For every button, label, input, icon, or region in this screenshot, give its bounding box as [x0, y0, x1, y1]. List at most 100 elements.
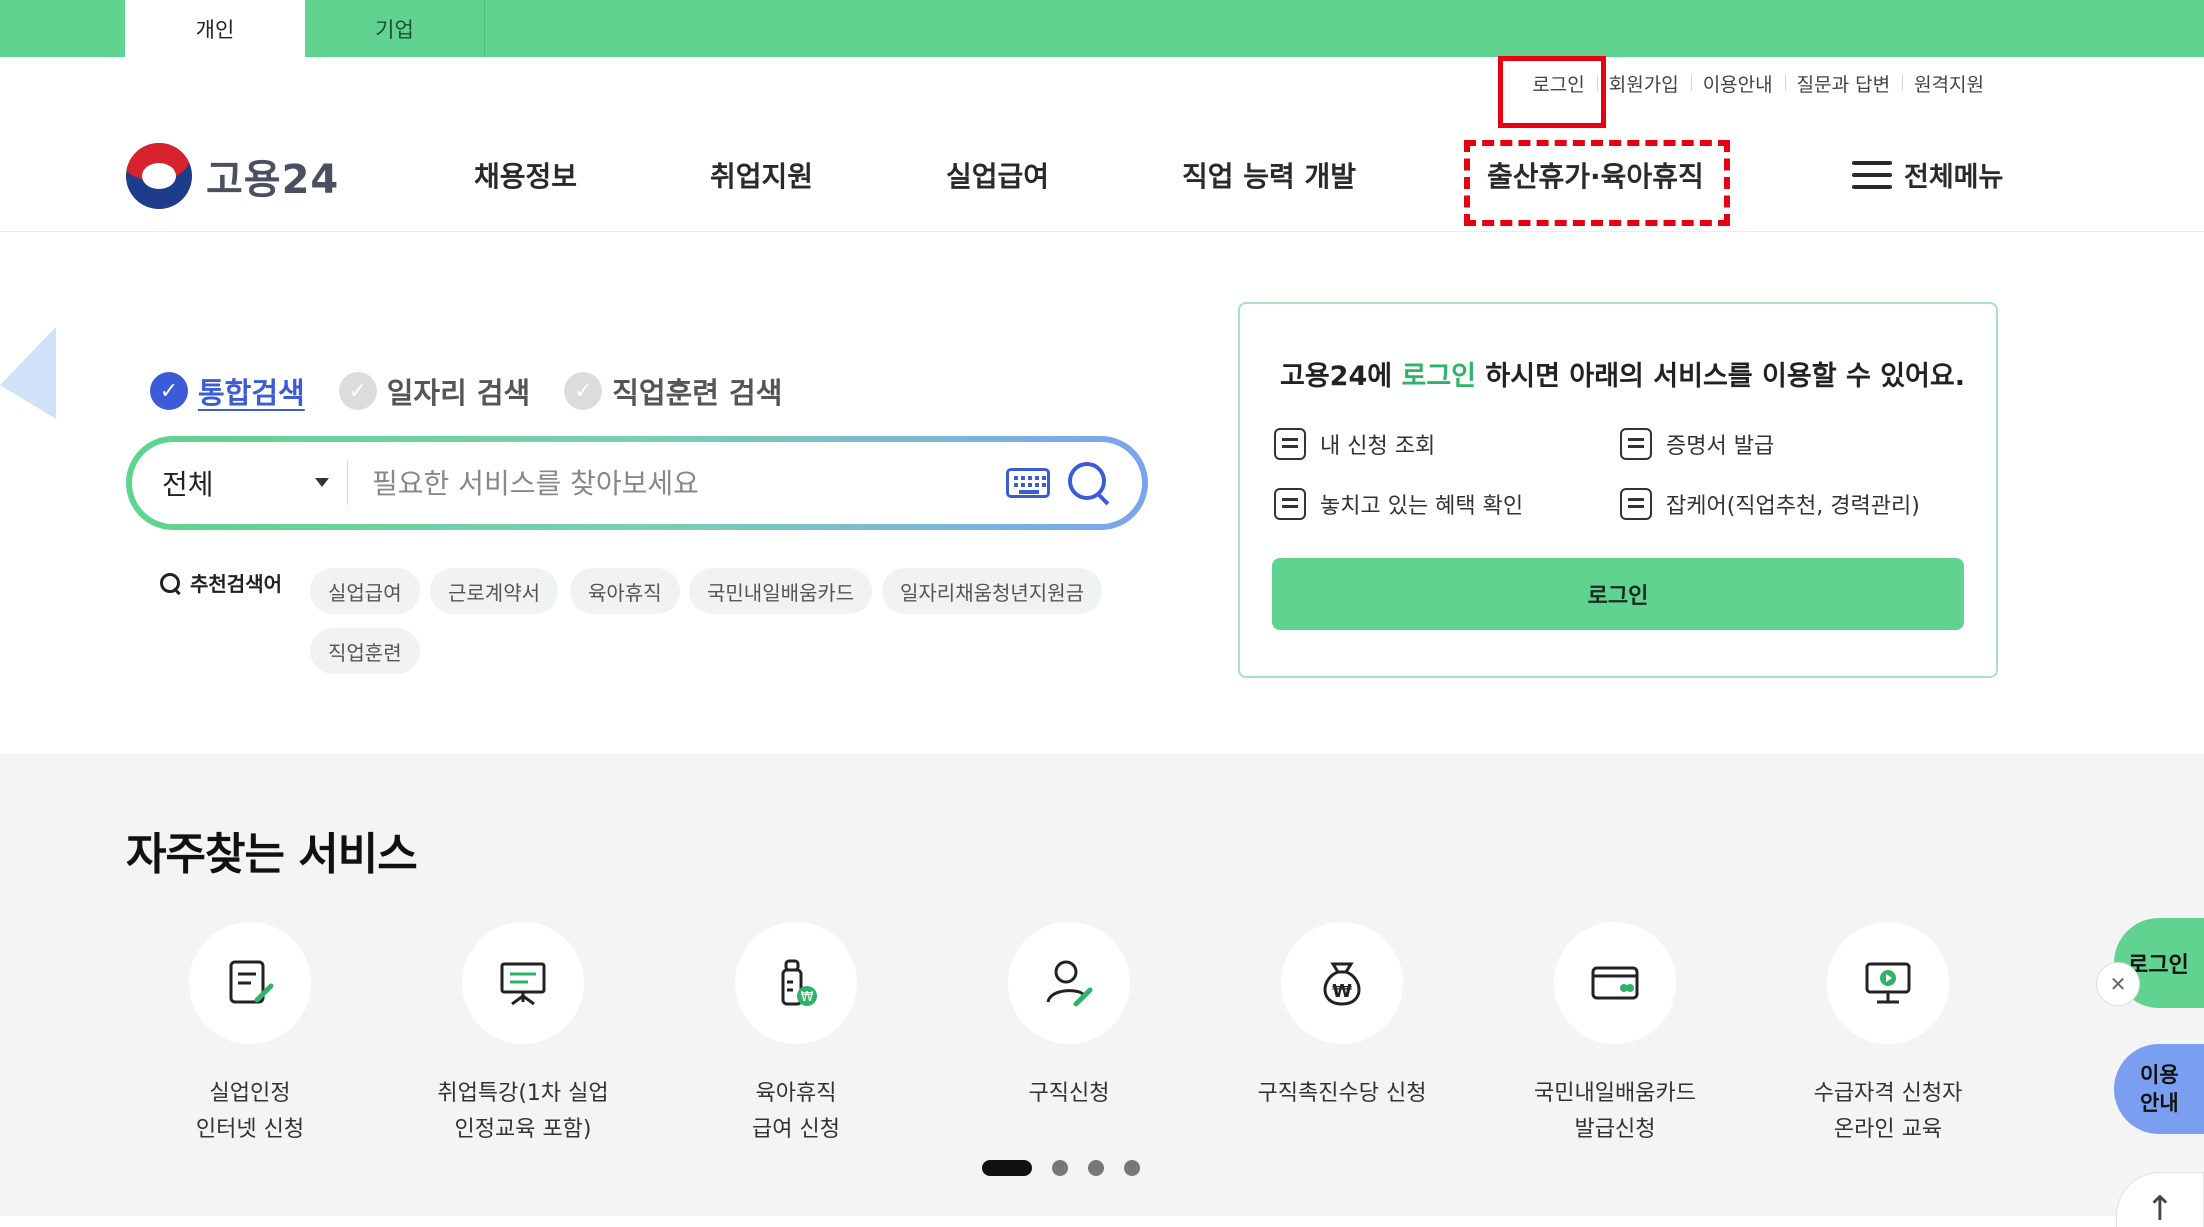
search-type-tabs: ✓ 통합검색 ✓ 일자리 검색 ✓ 직업훈련 검색 — [150, 370, 816, 412]
login-highlight-box — [1498, 56, 1606, 128]
search-icon[interactable] — [1066, 460, 1112, 506]
service-item[interactable]: ₩ 구직촉진수당 신청 — [1222, 922, 1462, 1112]
service-item[interactable]: 구직신청 — [949, 922, 1189, 1112]
all-menu-label: 전체메뉴 — [1904, 162, 2004, 193]
search-category-value: 전체 — [162, 468, 214, 501]
frequent-services-section: 자주찾는 서비스 실업인정 인터넷 신청 취업특강(1차 실업 인정교육 포함) ₩… — [0, 754, 2204, 1216]
lp-item-certificate[interactable]: 증명서 발급 — [1620, 428, 1774, 460]
search-tab-label: 일자리 검색 — [386, 376, 531, 410]
baby-bottle-won-icon: ₩ — [781, 959, 817, 1006]
floating-guide-button[interactable]: 이용 안내 — [2114, 1044, 2204, 1134]
carousel-dot[interactable] — [982, 1160, 1032, 1176]
search-box-inner: 전체 — [132, 442, 1142, 524]
util-qna-link[interactable]: 질문과 답변 — [1784, 70, 1902, 97]
service-item[interactable]: ₩ 육아휴직 급여 신청 — [676, 922, 916, 1148]
search-input[interactable] — [348, 466, 1006, 500]
service-label: 육아휴직 급여 신청 — [752, 1081, 840, 1142]
document-pen-icon — [229, 960, 274, 1004]
search-tab-label: 통합검색 — [198, 376, 305, 410]
service-item[interactable]: 국민내일배움카드 발급신청 — [1495, 922, 1735, 1148]
svg-text:₩: ₩ — [801, 990, 814, 1005]
keyword-chip[interactable]: 일자리채움청년지원금 — [882, 568, 1102, 614]
paper-plane-decoration-icon — [0, 326, 56, 438]
gnb-vocational-training[interactable]: 직업 능력 개발 — [1182, 155, 1356, 195]
services-title: 자주찾는 서비스 — [126, 829, 418, 880]
lp-item-my-applications[interactable]: 내 신청 조회 — [1274, 428, 1435, 460]
carousel-pagination — [982, 1160, 1160, 1176]
check-circle-icon: ✓ — [564, 372, 603, 410]
service-icon-circle — [1827, 922, 1949, 1044]
carousel-dot[interactable] — [1088, 1160, 1104, 1176]
gnb-highlight-dashed-box — [1464, 140, 1730, 226]
service-label: 실업인정 인터넷 신청 — [195, 1081, 305, 1142]
site-logo[interactable]: 고용24 — [126, 143, 339, 209]
tab-company[interactable]: 기업 — [305, 0, 485, 57]
login-panel-title: 고용24에 로그인 하시면 아래의 서비스를 이용할 수 있어요. — [1280, 354, 1965, 393]
search-tab-integrated[interactable]: ✓ 통합검색 — [150, 370, 305, 412]
checklist-icon — [1274, 428, 1306, 460]
carousel-dot[interactable] — [1124, 1160, 1140, 1176]
svg-text:₩: ₩ — [1332, 981, 1352, 1002]
top-audience-bar: 개인 기업 — [0, 0, 2204, 57]
service-label: 국민내일배움카드 발급신청 — [1534, 1081, 1696, 1142]
keyword-chip[interactable]: 육아휴직 — [570, 568, 680, 614]
search-icon — [160, 572, 180, 593]
lp-item-jobcare[interactable]: 잡케어(직업추천, 경력관리) — [1620, 488, 1920, 520]
service-icon-circle — [1554, 922, 1676, 1044]
lp-item-label: 증명서 발급 — [1666, 434, 1775, 459]
person-pen-icon — [1046, 960, 1093, 1007]
util-remote-support-link[interactable]: 원격지원 — [1902, 70, 1996, 97]
guide-line2: 안내 — [2140, 1091, 2179, 1115]
carousel-dot[interactable] — [1052, 1160, 1068, 1176]
title-highlight[interactable]: 로그인 — [1402, 361, 1477, 392]
reco-label-text: 추천검색어 — [190, 572, 282, 596]
check-circle-icon: ✓ — [150, 372, 188, 410]
virtual-keyboard-icon[interactable] — [1006, 468, 1050, 498]
service-icon-circle: ₩ — [1281, 922, 1403, 1044]
caret-down-icon — [315, 478, 329, 487]
keyword-chip[interactable]: 국민내일배움카드 — [689, 568, 873, 614]
service-label: 구직촉진수당 신청 — [1257, 1081, 1427, 1106]
lp-item-label: 내 신청 조회 — [1320, 434, 1436, 459]
logo-text: 고용24 — [206, 157, 340, 203]
service-item[interactable]: 수급자격 신청자 온라인 교육 — [1768, 922, 2008, 1148]
certificate-icon — [1620, 428, 1652, 460]
document-search-icon — [1274, 488, 1306, 520]
login-button[interactable]: 로그인 — [1272, 558, 1964, 630]
service-icon-circle — [462, 922, 584, 1044]
monitor-play-icon — [1865, 962, 1911, 1004]
gnb-employment-support[interactable]: 취업지원 — [710, 155, 813, 195]
search-category-select[interactable]: 전체 — [132, 461, 348, 505]
title-suffix: 하시면 아래의 서비스를 이용할 수 있어요. — [1476, 361, 1965, 392]
all-menu-button[interactable]: 전체메뉴 — [1852, 155, 2003, 194]
keyword-chip[interactable]: 실업급여 — [310, 568, 420, 614]
login-benefits-panel: 고용24에 로그인 하시면 아래의 서비스를 이용할 수 있어요. 내 신청 조… — [1238, 302, 1998, 678]
lp-item-label: 잡케어(직업추천, 경력관리) — [1666, 494, 1920, 519]
site-header: 개인 기업 로그인 회원가입 이용안내 질문과 답변 원격지원 고용24 채용정… — [0, 0, 2204, 232]
service-label: 구직신청 — [1028, 1081, 1110, 1106]
gnb-job-info[interactable]: 채용정보 — [474, 155, 577, 195]
service-icon-circle — [1008, 922, 1130, 1044]
lp-item-label: 놓치고 있는 혜택 확인 — [1320, 494, 1524, 519]
clipboard-clock-icon — [1620, 488, 1652, 520]
service-item[interactable]: 실업인정 인터넷 신청 — [130, 922, 370, 1148]
keyword-chip[interactable]: 근로계약서 — [430, 568, 558, 614]
search-box: 전체 — [126, 436, 1148, 530]
tab-personal[interactable]: 개인 — [125, 0, 305, 57]
close-icon[interactable]: ✕ — [2096, 962, 2140, 1006]
service-icon-circle: ₩ — [735, 922, 857, 1044]
search-tab-jobs[interactable]: ✓ 일자리 검색 — [338, 370, 531, 412]
util-signup-link[interactable]: 회원가입 — [1596, 70, 1691, 97]
util-guide-link[interactable]: 이용안내 — [1690, 70, 1785, 97]
search-tab-label: 직업훈련 검색 — [612, 376, 783, 410]
gnb-unemployment-benefit[interactable]: 실업급여 — [946, 155, 1049, 195]
taegeuk-logo-icon — [126, 143, 192, 209]
recommended-keywords-label: 추천검색어 — [160, 568, 282, 597]
keyword-chip[interactable]: 직업훈련 — [310, 628, 420, 674]
service-item[interactable]: 취업특강(1차 실업 인정교육 포함) — [403, 922, 643, 1148]
money-bag-icon: ₩ — [1323, 962, 1361, 1006]
guide-line1: 이용 — [2140, 1063, 2179, 1087]
service-icon-circle — [189, 922, 311, 1044]
search-tab-training[interactable]: ✓ 직업훈련 검색 — [564, 370, 782, 412]
lp-item-missed-benefits[interactable]: 놓치고 있는 혜택 확인 — [1274, 488, 1523, 520]
